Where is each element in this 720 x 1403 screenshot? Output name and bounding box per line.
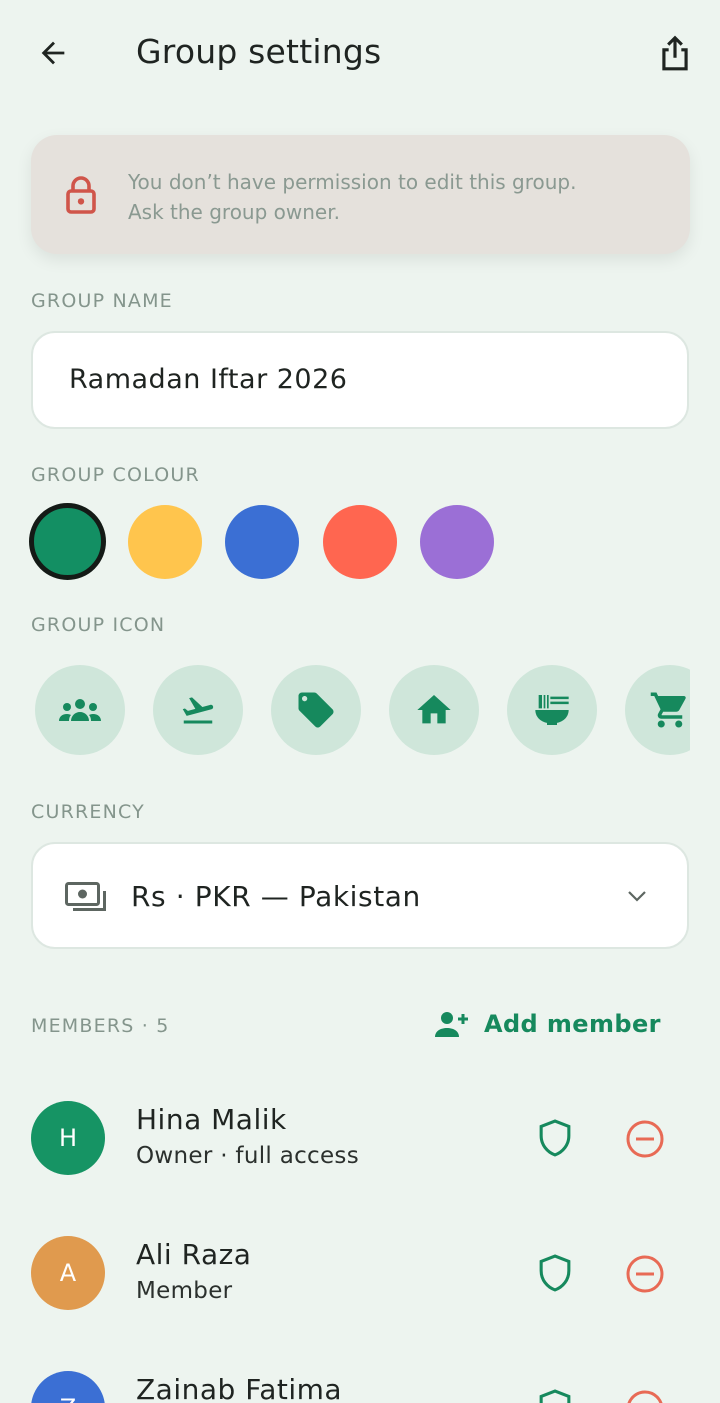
arrow-left-icon: [41, 41, 65, 65]
shield-icon[interactable]: [536, 1388, 574, 1403]
group-colour-label: GROUP COLOUR: [31, 464, 200, 486]
page-title: Group settings: [136, 32, 382, 71]
shopping-cart-icon: [650, 692, 686, 728]
back-button[interactable]: [30, 30, 76, 76]
member-row[interactable]: Z Zainab Fatima: [0, 1350, 720, 1403]
icon-option-ramen[interactable]: [507, 665, 597, 755]
home-icon: [417, 695, 451, 724]
icon-picker[interactable]: [0, 660, 690, 760]
avatar: Z: [31, 1371, 105, 1403]
group-icon-label: GROUP ICON: [31, 614, 166, 636]
banner-line-2: Ask the group owner.: [128, 200, 340, 224]
member-row[interactable]: A Ali Raza Member: [0, 1215, 720, 1335]
share-button[interactable]: [650, 28, 700, 78]
group-name-value: Ramadan Iftar 2026: [69, 364, 348, 395]
member-name: Zainab Fatima: [136, 1373, 343, 1403]
member-row[interactable]: H Hina Malik Owner · full access: [0, 1080, 720, 1200]
icon-option-cart[interactable]: [625, 665, 690, 755]
icon-option-home[interactable]: [389, 665, 479, 755]
banner-line-1: You don’t have permission to edit this g…: [128, 170, 577, 194]
avatar: A: [31, 1236, 105, 1310]
person-add-icon: [435, 1012, 468, 1037]
icon-option-group[interactable]: [35, 665, 125, 755]
chevron-down-icon: [623, 884, 651, 912]
currency-select[interactable]: Rs · PKR — Pakistan: [31, 842, 689, 949]
member-name: Ali Raza: [136, 1238, 252, 1271]
money-icon: [65, 882, 107, 918]
colour-swatch-yellow[interactable]: [128, 505, 202, 579]
colour-swatch-green[interactable]: [29, 503, 106, 580]
currency-value: Rs · PKR — Pakistan: [131, 880, 421, 913]
tag-icon: [298, 692, 334, 728]
members-label: MEMBERS · 5: [31, 1015, 170, 1037]
permission-banner: You don’t have permission to edit this g…: [31, 135, 690, 254]
colour-swatch-red[interactable]: [323, 505, 397, 579]
member-name: Hina Malik: [136, 1103, 287, 1136]
icon-option-tag[interactable]: [271, 665, 361, 755]
group-name-label: GROUP NAME: [31, 290, 173, 312]
colour-swatch-purple[interactable]: [420, 505, 494, 579]
ramen-bowl-icon: [535, 695, 569, 725]
member-role: Member: [136, 1278, 233, 1304]
member-role: Owner · full access: [136, 1143, 359, 1169]
share-icon: [662, 35, 688, 71]
shield-icon[interactable]: [536, 1118, 574, 1162]
add-member-label: Add member: [484, 1010, 661, 1038]
remove-member-icon[interactable]: [625, 1389, 665, 1403]
flight-takeoff-icon: [182, 697, 214, 724]
colour-swatch-blue[interactable]: [225, 505, 299, 579]
remove-member-icon[interactable]: [625, 1254, 665, 1298]
add-member-button[interactable]: Add member: [434, 1010, 661, 1038]
group-name-field[interactable]: Ramadan Iftar 2026: [31, 331, 689, 429]
remove-member-icon[interactable]: [625, 1119, 665, 1163]
lock-icon: [65, 175, 97, 219]
avatar: H: [31, 1101, 105, 1175]
icon-option-flight[interactable]: [153, 665, 243, 755]
group-icon: [59, 699, 101, 721]
shield-icon[interactable]: [536, 1253, 574, 1297]
currency-label: CURRENCY: [31, 801, 145, 823]
